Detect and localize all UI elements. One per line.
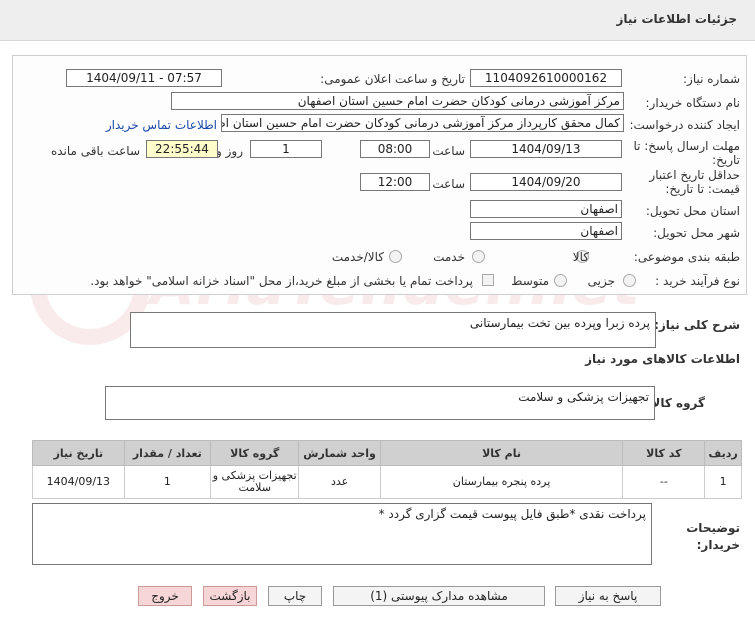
deadline-label-date: تاریخ: <box>712 153 740 167</box>
process-medium-label: متوسط <box>511 274 549 288</box>
validity-label: حداقل تاریخ اعتبار <box>649 168 740 182</box>
goods-table-header: ردیف کد کالا نام کالا واحد شمارش گروه کا… <box>32 440 742 466</box>
province-field: اصفهان <box>470 200 622 218</box>
col-need-date: تاریخ نیاز <box>32 440 125 466</box>
cell-need-date: 1404/09/13 <box>32 465 125 499</box>
buyer-contact-link[interactable]: اطلاعات تماس خریدار <box>106 118 217 132</box>
buyer-org-field: مرکز آموزشی درمانی کودکان حضرت امام حسین… <box>171 92 624 110</box>
exit-button[interactable]: خروج <box>138 586 192 606</box>
process-minor-radio[interactable] <box>623 274 636 287</box>
cell-quantity: 1 <box>123 465 211 499</box>
back-button[interactable]: بازگشت <box>203 586 257 606</box>
days-label: روز و <box>216 144 243 158</box>
page-header: جزئیات اطلاعات نیاز <box>0 0 755 41</box>
process-type-label: نوع فرآیند خرید : <box>655 274 740 288</box>
requester-label: ایجاد کننده درخواست: <box>629 118 740 132</box>
cell-item-code: -- <box>622 465 706 499</box>
category-goods-service-label: کالا/خدمت <box>331 250 384 264</box>
col-quantity: تعداد / مقدار <box>123 440 211 466</box>
cell-row-number: 1 <box>704 465 742 499</box>
buyer-org-label: نام دستگاه خریدار: <box>645 96 741 110</box>
buyer-notes-label: توضیحات <box>686 521 740 535</box>
summary-label: شرح کلی نیاز: <box>654 318 740 332</box>
validity-time-field: 12:00 <box>360 173 430 191</box>
cell-item-name: پرده پنجره بیمارستان <box>379 465 624 499</box>
city-field: اصفهان <box>470 222 622 240</box>
remaining-time-label: ساعت باقی مانده <box>50 144 140 158</box>
deadline-time-field: 08:00 <box>360 140 430 158</box>
buyer-notes-label-2: خریدار: <box>696 538 740 552</box>
category-service-radio[interactable] <box>472 250 485 263</box>
cell-unit: عدد <box>298 465 381 499</box>
requester-field: کمال محقق کارپرداز مرکز آموزشی درمانی کو… <box>221 114 624 132</box>
deadline-date-field: 1404/09/13 <box>470 140 622 158</box>
goods-section-title: اطلاعات کالاهای مورد نیاز <box>585 352 740 366</box>
buyer-notes-text: پرداخت نقدی *طبق فایل پیوست قیمت گزاری گ… <box>32 503 652 565</box>
validity-time-label: ساعت <box>432 177 465 191</box>
col-item-group: گروه کالا <box>209 440 300 466</box>
summary-text: پرده زبرا وپرده بین تخت بیمارستانی <box>130 312 656 348</box>
announce-date-field: 1404/09/11 - 07:57 <box>66 69 222 87</box>
col-item-name: نام کالا <box>379 440 624 466</box>
process-minor-label: جزیی <box>587 274 615 288</box>
goods-group-label: گروه کالا: <box>646 396 705 410</box>
city-label: شهر محل تحویل: <box>653 226 740 240</box>
province-label: استان محل تحویل: <box>645 204 740 218</box>
process-medium-radio[interactable] <box>554 274 567 287</box>
category-label: طبقه بندی موضوعی: <box>633 250 740 264</box>
announce-date-label: تاریخ و ساعت اعلان عمومی: <box>320 72 465 86</box>
table-row: 1 -- پرده پنجره بیمارستان عدد تجهیزات پز… <box>32 465 742 499</box>
deadline-time-label: ساعت <box>432 144 465 158</box>
days-remaining-field: 1 <box>250 140 322 158</box>
view-attachments-button[interactable]: مشاهده مدارک پیوستی (1) <box>333 586 545 606</box>
col-unit: واحد شمارش <box>298 440 381 466</box>
treasury-payment-checkbox[interactable] <box>482 274 494 286</box>
category-service-label: خدمت <box>433 250 465 264</box>
category-goods-service-radio[interactable] <box>389 250 402 263</box>
need-number-label: شماره نیاز: <box>683 72 740 86</box>
goods-group-field: تجهیزات پزشکی و سلامت <box>105 386 655 420</box>
treasury-payment-note: پرداخت تمام یا بخشی از مبلغ خرید،از محل … <box>90 274 473 288</box>
remaining-time-field: 22:55:44 <box>146 140 218 158</box>
deadline-label: مهلت ارسال پاسخ: تا <box>633 139 740 153</box>
category-goods-label: کالا <box>572 250 589 264</box>
validity-label-date: قیمت: تا تاریخ: <box>665 182 740 196</box>
need-number-field: 1104092610000162 <box>470 69 622 87</box>
validity-date-field: 1404/09/20 <box>470 173 622 191</box>
page-title: جزئیات اطلاعات نیاز <box>616 12 737 26</box>
col-row-number: ردیف <box>704 440 742 466</box>
print-button[interactable]: چاپ <box>268 586 322 606</box>
cell-item-group: تجهیزات پزشکی و سلامت <box>209 465 300 499</box>
col-item-code: کد کالا <box>622 440 706 466</box>
goods-table: ردیف کد کالا نام کالا واحد شمارش گروه کا… <box>32 440 742 499</box>
reply-to-need-button[interactable]: پاسخ به نیاز <box>555 586 661 606</box>
